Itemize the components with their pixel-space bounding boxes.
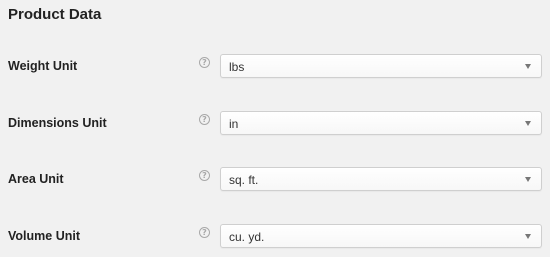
chevron-down-icon: [525, 234, 531, 239]
section-title: Product Data: [8, 6, 102, 23]
dimensions-unit-value: in: [229, 117, 239, 131]
weight-unit-row: Weight Unit ? lbs: [0, 54, 550, 78]
weight-unit-select[interactable]: lbs: [220, 54, 542, 78]
volume-unit-label: Volume Unit: [8, 229, 80, 243]
chevron-down-icon: [525, 121, 531, 126]
help-icon[interactable]: ?: [199, 227, 210, 238]
dimensions-unit-label: Dimensions Unit: [8, 116, 107, 130]
volume-unit-select[interactable]: cu. yd.: [220, 224, 542, 248]
weight-unit-label: Weight Unit: [8, 59, 78, 73]
help-icon[interactable]: ?: [199, 170, 210, 181]
help-icon[interactable]: ?: [199, 57, 210, 68]
area-unit-select[interactable]: sq. ft.: [220, 167, 542, 191]
chevron-down-icon: [525, 64, 531, 69]
weight-unit-value: lbs: [229, 60, 245, 74]
dimensions-unit-row: Dimensions Unit ? in: [0, 111, 550, 135]
dimensions-unit-select[interactable]: in: [220, 111, 542, 135]
chevron-down-icon: [525, 177, 531, 182]
volume-unit-value: cu. yd.: [229, 230, 265, 244]
help-icon[interactable]: ?: [199, 114, 210, 125]
volume-unit-row: Volume Unit ? cu. yd.: [0, 224, 550, 248]
area-unit-value: sq. ft.: [229, 173, 259, 187]
area-unit-row: Area Unit ? sq. ft.: [0, 167, 550, 191]
settings-panel: Product Data Weight Unit ? lbs Dimension…: [0, 0, 550, 257]
area-unit-label: Area Unit: [8, 172, 64, 186]
